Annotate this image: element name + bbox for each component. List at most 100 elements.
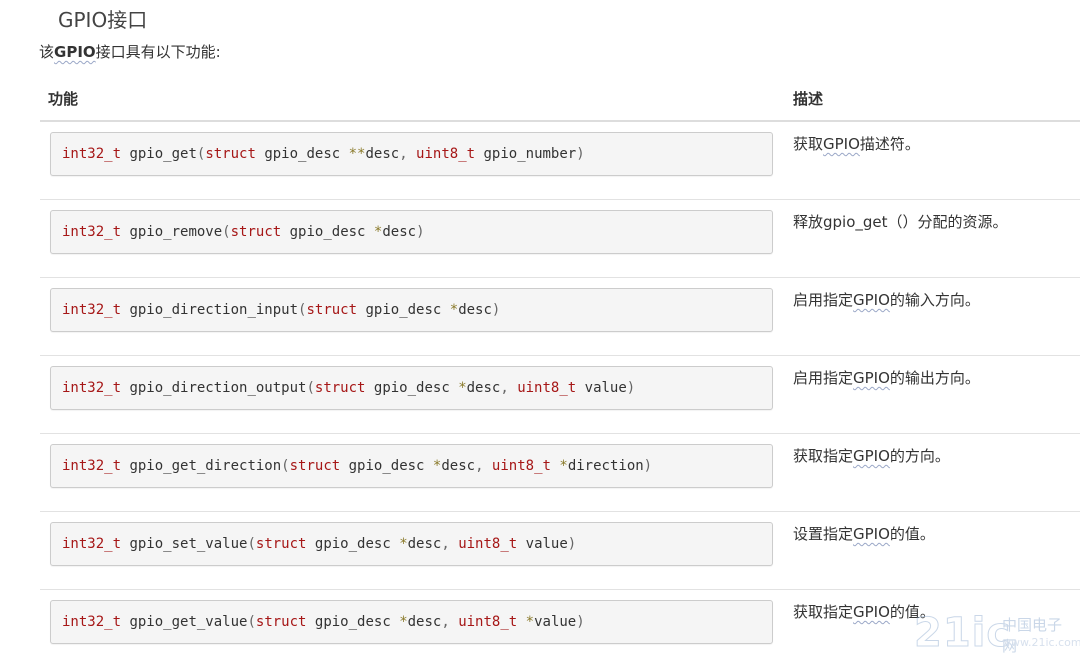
- code-token: gpio_get_value: [121, 614, 248, 630]
- code-token: *: [399, 536, 408, 552]
- code-token: gpio_desc: [306, 536, 400, 552]
- code-token: value: [576, 380, 627, 396]
- function-signature-code: int32_t gpio_get(struct gpio_desc ** desc…: [50, 132, 773, 176]
- description-prefix: 启用指定: [793, 291, 854, 309]
- code-token: desc: [407, 536, 442, 552]
- code-token: **: [348, 146, 366, 162]
- function-description: 获取指定GPIO的方向。: [793, 445, 950, 466]
- description-prefix: 设置指定: [793, 525, 854, 543]
- column-header-description: 描述: [793, 90, 824, 108]
- description-prefix: 获取指定: [793, 447, 854, 465]
- intro-prefix: 该: [39, 43, 55, 61]
- description-suffix: 的输入方向。: [889, 291, 980, 309]
- function-description: 启用指定GPIO的输出方向。: [793, 367, 980, 388]
- api-table: 功能 描述 int32_t gpio_get(struct gpio_desc …: [40, 78, 1080, 667]
- code-token: *: [373, 224, 383, 240]
- table-body: int32_t gpio_get(struct gpio_desc ** desc…: [40, 122, 1080, 667]
- code-token: struct: [255, 536, 307, 552]
- table-row: int32_t gpio_set_value(struct gpio_desc …: [40, 512, 1080, 590]
- code-token: uint8_t: [458, 614, 518, 630]
- description-prefix: 获取: [793, 135, 824, 153]
- description-suffix: 的输出方向。: [889, 369, 980, 387]
- code-token: ,: [500, 380, 518, 396]
- description-prefix: 启用指定: [793, 369, 854, 387]
- description-prefix: 获取指定: [793, 603, 854, 621]
- table-row: int32_t gpio_direction_output(struct gpi…: [40, 356, 1080, 434]
- code-token: ): [643, 458, 653, 474]
- description-prefix: 释放gpio_get（）分配的资源。: [793, 213, 1008, 231]
- code-token: ,: [441, 536, 459, 552]
- code-token: *: [399, 614, 408, 630]
- code-token: int32_t: [62, 380, 122, 396]
- code-token: uint8_t: [416, 146, 476, 162]
- code-token: ,: [475, 458, 492, 474]
- function-description: 启用指定GPIO的输入方向。: [793, 289, 980, 310]
- intro-suffix: 接口具有以下功能:: [95, 43, 221, 61]
- description-gpio-term: GPIO: [853, 525, 890, 543]
- code-token: uint8_t: [491, 458, 551, 474]
- code-token: gpio_desc: [357, 302, 450, 318]
- code-token: (: [247, 536, 256, 552]
- function-signature-code: int32_t gpio_direction_input(struct gpio…: [50, 288, 773, 332]
- code-token: gpio_remove: [121, 224, 223, 240]
- code-token: *: [449, 302, 459, 318]
- code-token: gpio_get_direction: [121, 458, 282, 474]
- description-gpio-term: GPIO: [853, 447, 890, 465]
- code-token: (: [247, 614, 256, 630]
- code-token: *: [559, 458, 568, 474]
- description-gpio-term: GPIO: [853, 291, 890, 309]
- code-token: desc: [365, 146, 400, 162]
- table-row: int32_t gpio_get_direction(struct gpio_d…: [40, 434, 1080, 512]
- watermark-logo-text: 21ic: [913, 610, 1012, 657]
- code-token: *: [458, 380, 467, 396]
- table-row: int32_t gpio_get(struct gpio_desc ** desc…: [40, 122, 1080, 200]
- code-token: (: [281, 458, 290, 474]
- page-title: GPIO接口: [58, 8, 148, 32]
- table-row: int32_t gpio_remove(struct gpio_desc * de…: [40, 200, 1080, 278]
- code-token: *: [432, 458, 442, 474]
- code-token: ): [576, 614, 585, 630]
- code-token: (: [196, 146, 206, 162]
- code-token: uint8_t: [517, 380, 577, 396]
- code-token: direction: [567, 458, 644, 474]
- code-token: int32_t: [62, 536, 122, 552]
- description-suffix: 的值。: [889, 525, 935, 543]
- code-token: desc: [441, 458, 476, 474]
- code-token: struct: [289, 458, 341, 474]
- code-token: ): [416, 224, 425, 240]
- code-token: gpio_desc: [340, 458, 433, 474]
- code-token: gpio_set_value: [121, 536, 248, 552]
- table-header: 功能 描述: [40, 78, 1080, 122]
- code-token: gpio_desc: [365, 380, 459, 396]
- code-token: uint8_t: [458, 536, 518, 552]
- watermark-logo: 21ic 中国电子网 www.21ic.com: [913, 610, 1080, 658]
- code-token: int32_t: [62, 302, 122, 318]
- description-gpio-term: GPIO: [853, 369, 890, 387]
- code-token: value: [534, 614, 577, 630]
- code-token: int32_t: [62, 146, 122, 162]
- code-token: gpio_desc: [255, 146, 349, 162]
- description-gpio-term: GPIO: [853, 603, 890, 621]
- code-token: ): [576, 146, 585, 162]
- function-description: 获取GPIO描述符。: [793, 133, 920, 154]
- watermark-cn-text: 中国电子网: [1002, 616, 1063, 655]
- code-token: ): [626, 380, 636, 396]
- watermark-domain-text: www.21ic.com: [1002, 636, 1080, 649]
- function-signature-code: int32_t gpio_get_direction(struct gpio_d…: [50, 444, 773, 488]
- function-description: 释放gpio_get（）分配的资源。: [793, 211, 1008, 232]
- code-token: (: [306, 380, 315, 396]
- code-token: int32_t: [62, 458, 122, 474]
- description-suffix: 的方向。: [889, 447, 950, 465]
- code-token: (: [222, 224, 231, 240]
- function-signature-code: int32_t gpio_direction_output(struct gpi…: [50, 366, 773, 410]
- description-gpio-term: GPIO: [823, 135, 860, 153]
- code-token: int32_t: [62, 224, 122, 240]
- intro-gpio-term: GPIO: [54, 43, 96, 61]
- code-token: desc: [382, 224, 417, 240]
- code-token: ): [567, 536, 577, 552]
- code-token: gpio_desc: [281, 224, 374, 240]
- code-token: gpio_number: [475, 146, 577, 162]
- code-token: struct: [314, 380, 366, 396]
- code-token: gpio_desc: [306, 614, 400, 630]
